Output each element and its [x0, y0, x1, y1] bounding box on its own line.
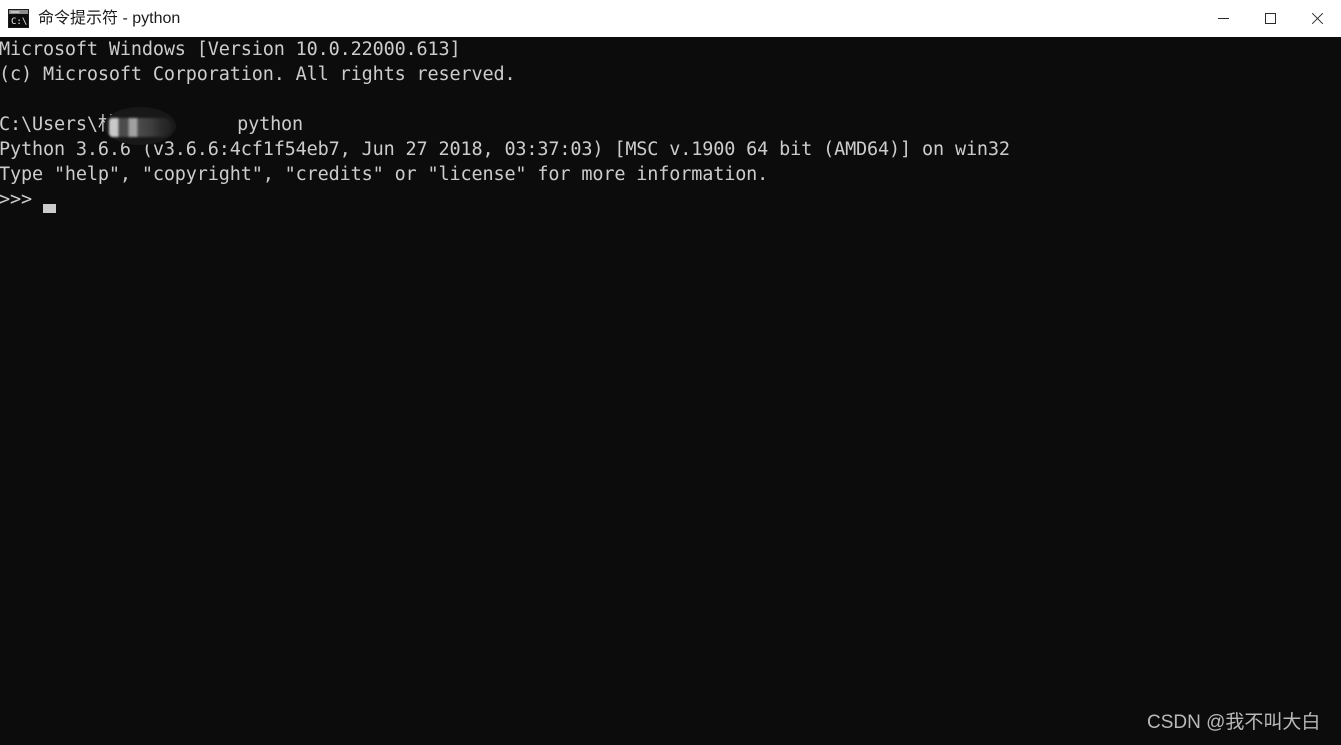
title-bar[interactable]: C:\. 命令提示符 - python: [0, 0, 1341, 37]
minimize-button[interactable]: [1200, 0, 1247, 37]
window-controls: [1200, 0, 1341, 37]
console-line: Microsoft Windows [Version 10.0.22000.61…: [0, 39, 461, 60]
minimize-icon: [1218, 18, 1229, 19]
python-prompt-line: >>>: [0, 189, 43, 210]
maximize-button[interactable]: [1247, 0, 1294, 37]
text-cursor: [43, 204, 56, 213]
cmd-console-icon: C:\.: [8, 9, 29, 28]
csdn-watermark: CSDN @我不叫大白: [1147, 712, 1321, 733]
redacted-username-block: [109, 118, 172, 137]
console-output-area[interactable]: Microsoft Windows [Version 10.0.22000.61…: [0, 37, 1341, 745]
svg-text:C:\.: C:\.: [11, 17, 29, 27]
maximize-icon: [1265, 13, 1276, 24]
close-icon: [1311, 12, 1324, 25]
console-line: Type "help", "copyright", "credits" or "…: [0, 164, 769, 185]
command-prompt-window: C:\. 命令提示符 - python Microsoft Windows [V…: [0, 0, 1341, 745]
window-title: 命令提示符 - python: [38, 10, 181, 27]
close-button[interactable]: [1294, 0, 1341, 37]
console-line: (c) Microsoft Corporation. All rights re…: [0, 64, 516, 85]
